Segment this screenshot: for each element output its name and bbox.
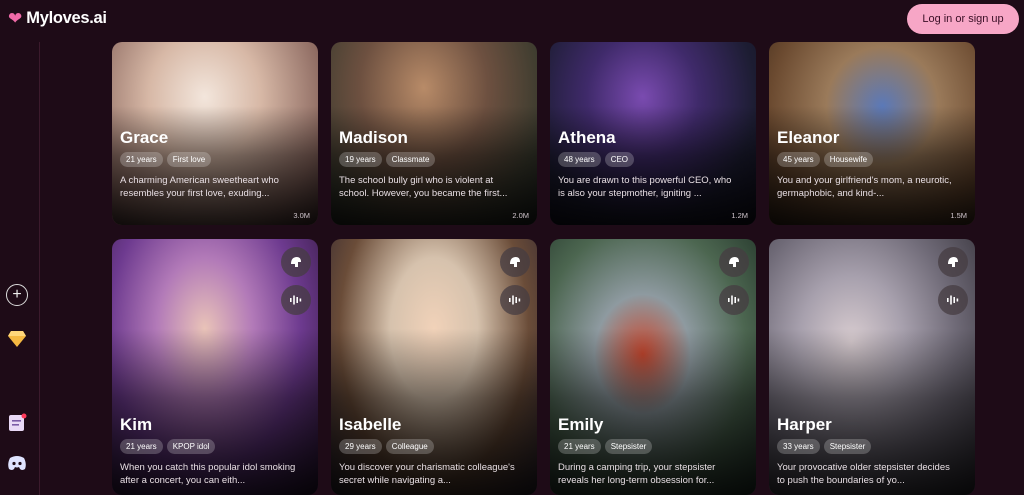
helmet-button[interactable] bbox=[719, 247, 749, 277]
card-name: Madison bbox=[339, 128, 408, 147]
helmet-button[interactable] bbox=[281, 247, 311, 277]
sound-wave-icon bbox=[290, 295, 302, 305]
role-tag: Stepsister bbox=[604, 439, 653, 454]
chat-count: 3.0M bbox=[293, 211, 310, 220]
helmet-icon bbox=[291, 257, 301, 267]
age-tag: 29 years bbox=[339, 439, 382, 454]
voice-button[interactable] bbox=[719, 285, 749, 315]
card-description: You and your girlfriend's mom, a neuroti… bbox=[777, 175, 952, 199]
character-card-madison[interactable]: Madison 19 years Classmate The school bul… bbox=[331, 42, 537, 225]
note-icon[interactable] bbox=[6, 412, 28, 434]
helmet-icon bbox=[948, 257, 958, 267]
card-name: Athena bbox=[558, 128, 616, 147]
character-card-emily[interactable]: Emily 21 years Stepsister During a campin… bbox=[550, 239, 756, 495]
age-tag: 21 years bbox=[120, 439, 163, 454]
age-tag: 19 years bbox=[339, 152, 382, 167]
age-tag: 45 years bbox=[777, 152, 820, 167]
chat-count: 2.0M bbox=[512, 211, 529, 220]
heart-logo-icon: ❤ bbox=[8, 9, 23, 28]
card-description: Your provocative older stepsister decide… bbox=[777, 462, 950, 486]
role-tag: Colleague bbox=[385, 439, 434, 454]
top-bar: ❤ Myloves.ai Log in or sign up bbox=[0, 0, 1024, 42]
card-name: Emily bbox=[558, 415, 604, 434]
login-button[interactable]: Log in or sign up bbox=[907, 4, 1019, 34]
helmet-button[interactable] bbox=[500, 247, 530, 277]
chat-count: 1.2M bbox=[731, 211, 748, 220]
card-description: The school bully girl who is violent at … bbox=[339, 175, 508, 199]
sidebar: + bbox=[0, 42, 40, 495]
voice-button[interactable] bbox=[938, 285, 968, 315]
card-name: Harper bbox=[777, 415, 832, 434]
card-name: Kim bbox=[120, 415, 153, 434]
character-card-athena[interactable]: Athena 48 years CEO You are drawn to this… bbox=[550, 42, 756, 225]
character-card-harper[interactable]: Harper 33 years Stepsister Your provocati… bbox=[769, 239, 975, 495]
card-description: A charming American sweetheart who resem… bbox=[120, 175, 279, 199]
role-tag: KPOP idol bbox=[166, 439, 216, 454]
card-description: You are drawn to this powerful CEO, who … bbox=[558, 175, 732, 199]
role-tag: Housewife bbox=[823, 152, 874, 167]
card-description: When you catch this popular idol smoking… bbox=[120, 462, 296, 486]
sound-wave-icon bbox=[947, 295, 959, 305]
age-tag: 48 years bbox=[558, 152, 601, 167]
sound-wave-icon bbox=[509, 295, 521, 305]
card-name: Grace bbox=[120, 128, 169, 147]
voice-button[interactable] bbox=[500, 285, 530, 315]
diamond-icon[interactable] bbox=[6, 328, 28, 350]
card-name: Eleanor bbox=[777, 128, 840, 147]
app-name: Myloves.ai bbox=[26, 9, 107, 27]
sound-wave-icon bbox=[728, 295, 740, 305]
card-name: Isabelle bbox=[339, 415, 402, 434]
discord-icon[interactable] bbox=[6, 452, 28, 474]
role-tag: Stepsister bbox=[823, 439, 872, 454]
character-card-eleanor[interactable]: Eleanor 45 years Housewife You and your g… bbox=[769, 42, 975, 225]
card-description: You discover your charismatic colleague'… bbox=[339, 462, 515, 486]
plus-icon[interactable]: + bbox=[6, 284, 28, 306]
character-card-isabelle[interactable]: Isabelle 29 years Colleague You discover … bbox=[331, 239, 537, 495]
card-description: During a camping trip, your stepsister r… bbox=[558, 462, 716, 486]
character-card-grace[interactable]: Grace 21 years First love A charming Amer… bbox=[112, 42, 318, 225]
role-tag: Classmate bbox=[385, 152, 436, 167]
role-tag: First love bbox=[166, 152, 212, 167]
helmet-icon bbox=[729, 257, 739, 267]
role-tag: CEO bbox=[604, 152, 635, 167]
age-tag: 33 years bbox=[777, 439, 820, 454]
logo[interactable]: ❤ Myloves.ai bbox=[8, 9, 107, 28]
age-tag: 21 years bbox=[120, 152, 163, 167]
age-tag: 21 years bbox=[558, 439, 601, 454]
helmet-icon bbox=[510, 257, 520, 267]
voice-button[interactable] bbox=[281, 285, 311, 315]
chat-count: 1.5M bbox=[950, 211, 967, 220]
character-card-kim[interactable]: Kim 21 years KPOP idol When you catch thi… bbox=[112, 239, 318, 495]
helmet-button[interactable] bbox=[938, 247, 968, 277]
